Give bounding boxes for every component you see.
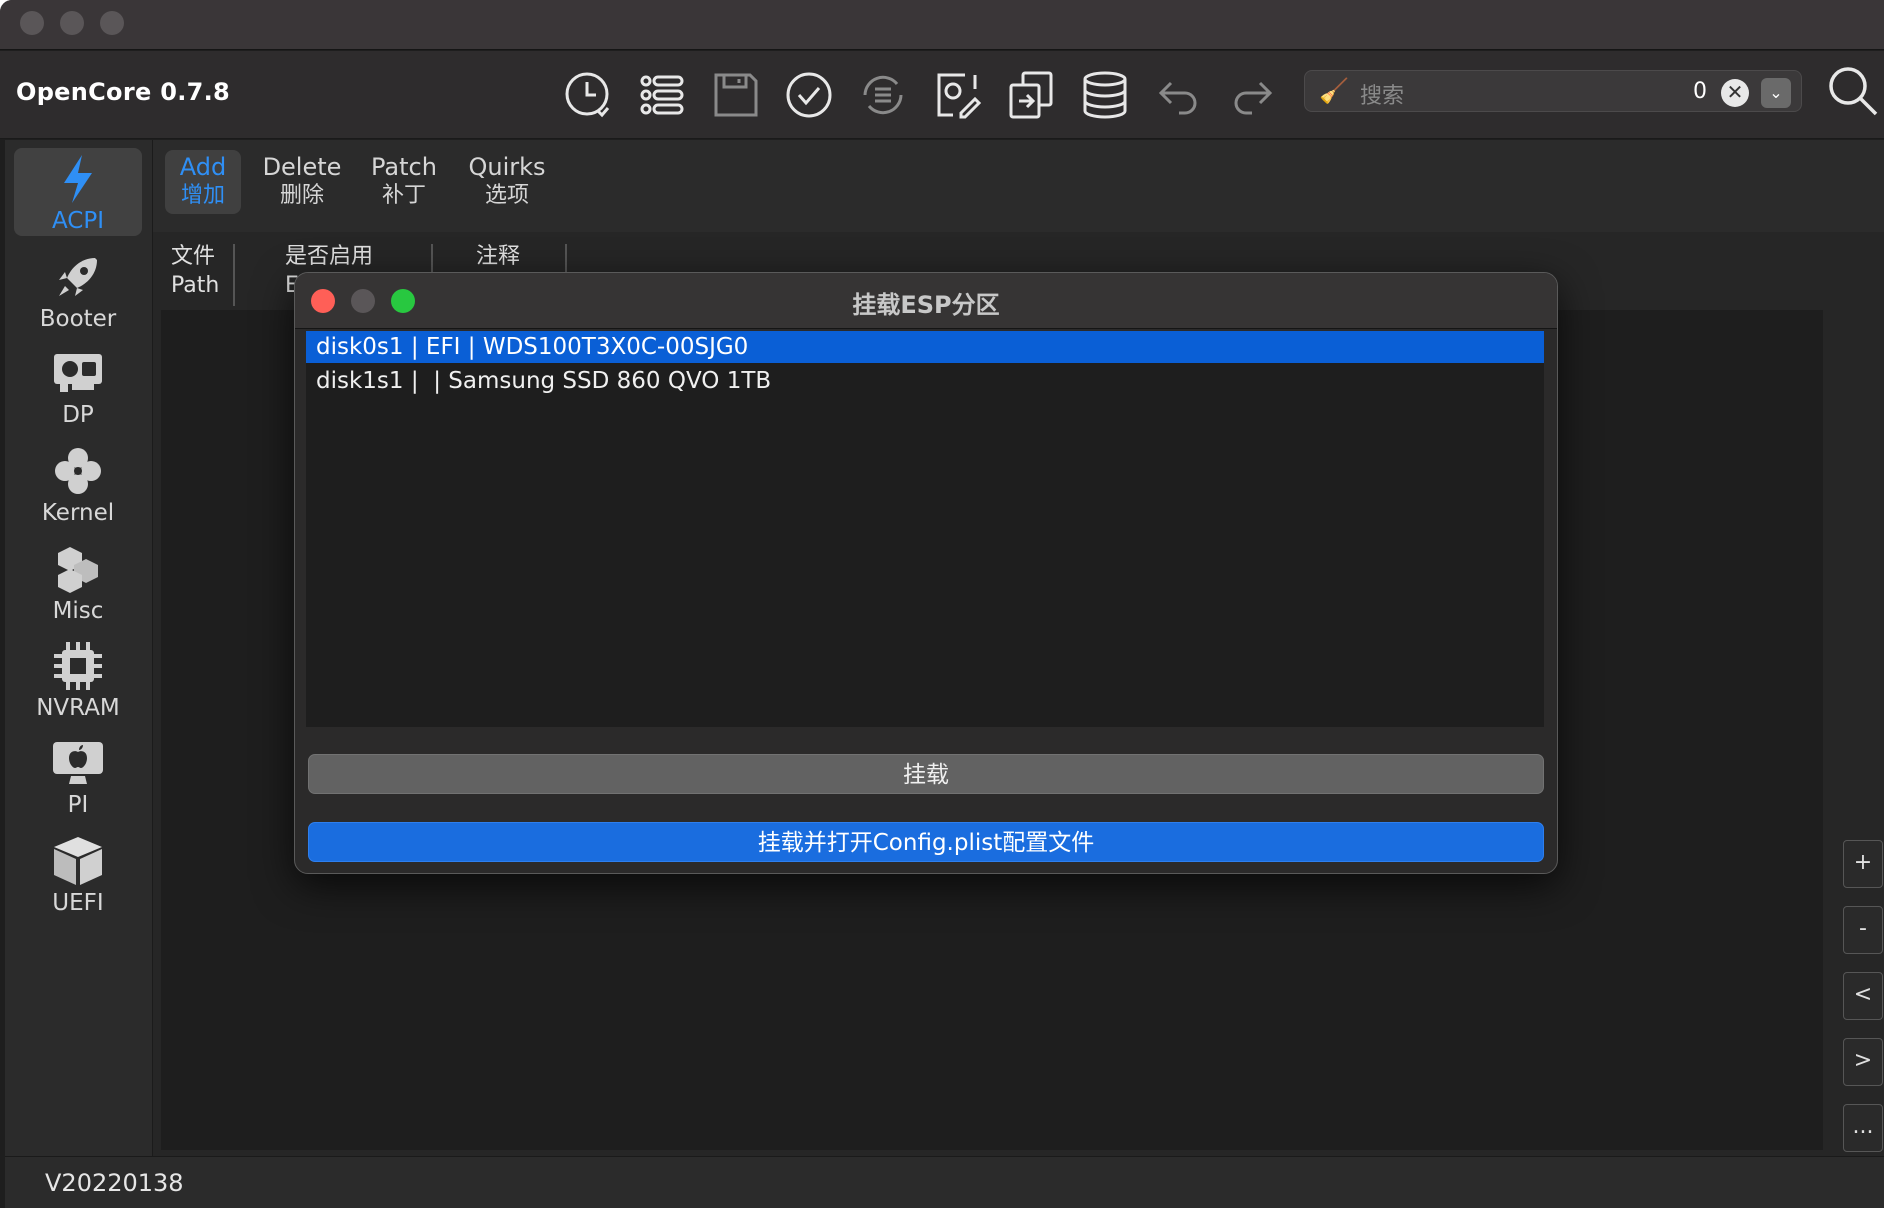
check-icon[interactable] [781,67,837,123]
version-label: V20220138 [45,1169,184,1197]
gpu-icon [54,354,102,392]
sidebar-item-nvram[interactable]: NVRAM [14,635,142,723]
column-header-zh: 注释 [476,244,521,269]
column-header-en: Path [171,273,220,298]
kernel-icon [55,448,101,494]
column-header-zh: 文件 [171,244,216,269]
sidebar-item-label: PI [67,792,89,818]
sidebar-item-label: Misc [52,598,104,624]
column-header-path[interactable]: 文件 Path [171,242,219,306]
close-window-button[interactable] [20,11,44,35]
app-window: OpenCore 0.7.8 🧹 搜索 0 ✕ ⌄ ACPI Booter DP… [0,0,1884,1208]
list-icon[interactable] [634,67,690,123]
apple-icon [53,742,103,784]
sidebar-item-label: Kernel [41,500,115,526]
share-icon[interactable] [1003,67,1059,123]
database-icon[interactable] [1077,67,1133,123]
tab-label-en: Delete [262,153,342,181]
dialog-title: 挂载ESP分区 [852,291,1000,319]
signature-icon[interactable] [929,67,985,123]
status-bar: V20220138 [5,1156,1884,1208]
search-result-count: 0 [1693,79,1707,104]
clock-icon[interactable] [560,67,616,123]
tab-label-en: Add [179,153,227,181]
list-item[interactable]: disk0s1 | EFI | WDS100T3X0C-00SJG0 [306,331,1544,363]
tab-bar: Add 增加 Delete 删除 Patch 补丁 Quirks 选项 [153,140,1884,232]
sidebar-item-dp[interactable]: DP [14,342,142,430]
redo-icon[interactable] [1224,67,1280,123]
search-icon[interactable] [1826,62,1880,116]
tab-add[interactable]: Add 增加 [165,150,241,214]
more-button[interactable]: ... [1843,1104,1883,1152]
tab-label-zh: 选项 [484,183,529,208]
sidebar-item-acpi[interactable]: ACPI [14,148,142,236]
sidebar-item-label: ACPI [51,208,105,234]
search-placeholder: 搜索 [1360,84,1405,109]
sidebar-item-label: NVRAM [36,695,120,721]
remove-row-button[interactable]: - [1843,906,1883,954]
clear-search-button[interactable]: ✕ [1721,79,1749,107]
mount-esp-dialog: 挂载ESP分区 disk0s1 | EFI | WDS100T3X0C-00SJ… [294,272,1558,874]
tab-delete[interactable]: Delete 删除 [252,150,352,214]
title-bar [0,0,1884,50]
undo-icon[interactable] [1151,67,1207,123]
rocket-icon [59,258,97,296]
save-icon[interactable] [708,67,764,123]
sidebar: ACPI Booter DP Kernel Misc NVRAM PI UEFI [5,140,153,1156]
box-icon [54,837,102,885]
add-row-button[interactable]: + [1843,840,1883,888]
mount-and-open-config-button[interactable]: 挂载并打开Config.plist配置文件 [308,822,1544,862]
minimize-window-button[interactable] [60,11,84,35]
app-title: OpenCore 0.7.8 [16,78,231,106]
toolbar: OpenCore 0.7.8 🧹 搜索 0 ✕ ⌄ [0,51,1884,139]
sidebar-item-label: UEFI [52,890,104,916]
sidebar-item-pi[interactable]: PI [14,732,142,820]
tab-label-zh: 增加 [180,183,225,208]
dialog-title-bar: 挂载ESP分区 [295,273,1557,329]
tab-label-en: Patch [371,153,437,181]
tab-quirks[interactable]: Quirks 选项 [457,150,557,214]
next-button[interactable]: > [1843,1038,1883,1086]
tab-label-en: Quirks [468,153,546,181]
column-divider[interactable] [233,244,235,306]
mount-button[interactable]: 挂载 [308,754,1544,794]
tab-label-zh: 删除 [279,183,324,208]
list-item[interactable]: disk1s1 | | Samsung SSD 860 QVO 1TB [306,365,1544,397]
column-header-zh: 是否启用 [285,244,374,269]
tab-patch[interactable]: Patch 补丁 [356,150,452,214]
tab-label-zh: 补丁 [381,183,426,208]
partition-list[interactable]: disk0s1 | EFI | WDS100T3X0C-00SJG0 disk1… [306,331,1544,727]
broom-icon[interactable]: 🧹 [1319,77,1349,105]
search-dropdown-button[interactable]: ⌄ [1761,78,1791,108]
sidebar-item-label: Booter [39,306,117,332]
lightning-icon [64,155,92,203]
search-field[interactable]: 🧹 搜索 0 ✕ ⌄ [1304,70,1802,112]
list-refresh-icon[interactable] [855,67,911,123]
previous-button[interactable]: < [1843,972,1883,1020]
sidebar-item-misc[interactable]: Misc [14,538,142,626]
sidebar-item-uefi[interactable]: UEFI [14,830,142,918]
zoom-window-button[interactable] [100,11,124,35]
cubes-icon [58,547,98,593]
sidebar-item-label: DP [62,402,94,428]
sidebar-item-kernel[interactable]: Kernel [14,440,142,528]
chip-icon [54,642,102,690]
sidebar-item-booter[interactable]: Booter [14,246,142,334]
